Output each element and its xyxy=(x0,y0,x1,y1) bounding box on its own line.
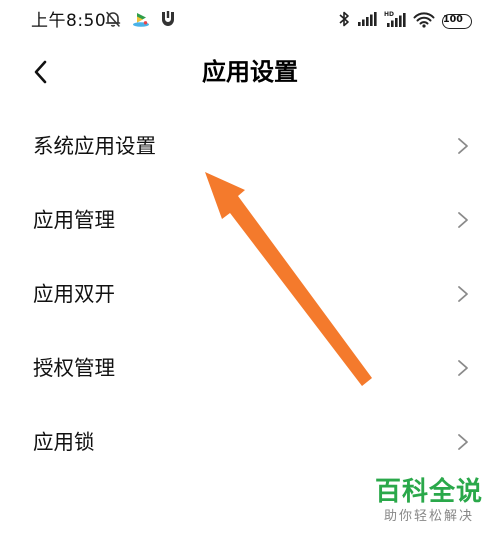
chevron-right-icon xyxy=(458,286,468,302)
page-title: 应用设置 xyxy=(202,58,298,86)
chevron-right-icon xyxy=(458,138,468,154)
watermark-title: 百科全说 xyxy=(374,477,483,507)
bluetooth-icon xyxy=(338,10,350,32)
list-item-label: 应用双开 xyxy=(33,282,115,306)
cellular-signal-icon xyxy=(357,11,377,31)
list-item-app-lock[interactable]: 应用锁 xyxy=(0,405,500,479)
list-item-label: 系统应用设置 xyxy=(33,134,156,158)
shield-app-icon xyxy=(160,10,176,32)
app-notification-icon xyxy=(131,10,151,32)
wifi-icon xyxy=(413,11,435,32)
list-item-label: 应用锁 xyxy=(33,430,95,454)
list-item-label: 授权管理 xyxy=(33,356,115,380)
header: 应用设置 xyxy=(0,42,500,102)
status-left-icons xyxy=(104,10,185,32)
list-item-dual-apps[interactable]: 应用双开 xyxy=(0,257,500,331)
watermark: 百科全说 助你轻松解决 xyxy=(374,476,484,526)
list-item-app-management[interactable]: 应用管理 xyxy=(0,183,500,257)
chevron-right-icon xyxy=(458,212,468,228)
battery-icon: 100 xyxy=(442,13,472,29)
settings-list: 系统应用设置 应用管理 应用双开 授权管理 应用锁 xyxy=(0,109,500,479)
alarm-off-icon xyxy=(104,10,122,32)
list-item-permissions[interactable]: 授权管理 xyxy=(0,331,500,405)
status-time: 上午8:50 xyxy=(31,11,107,31)
status-bar: 上午8:50 HD 100 xyxy=(0,0,500,42)
list-item-system-app-settings[interactable]: 系统应用设置 xyxy=(0,109,500,183)
hd-cellular-signal-icon: HD xyxy=(384,10,406,32)
svg-text:HD: HD xyxy=(384,11,394,18)
chevron-right-icon xyxy=(458,434,468,450)
watermark-subtitle: 助你轻松解决 xyxy=(383,509,474,524)
status-right-icons: HD 100 xyxy=(331,10,472,32)
chevron-right-icon xyxy=(458,360,468,376)
list-item-label: 应用管理 xyxy=(33,208,115,232)
